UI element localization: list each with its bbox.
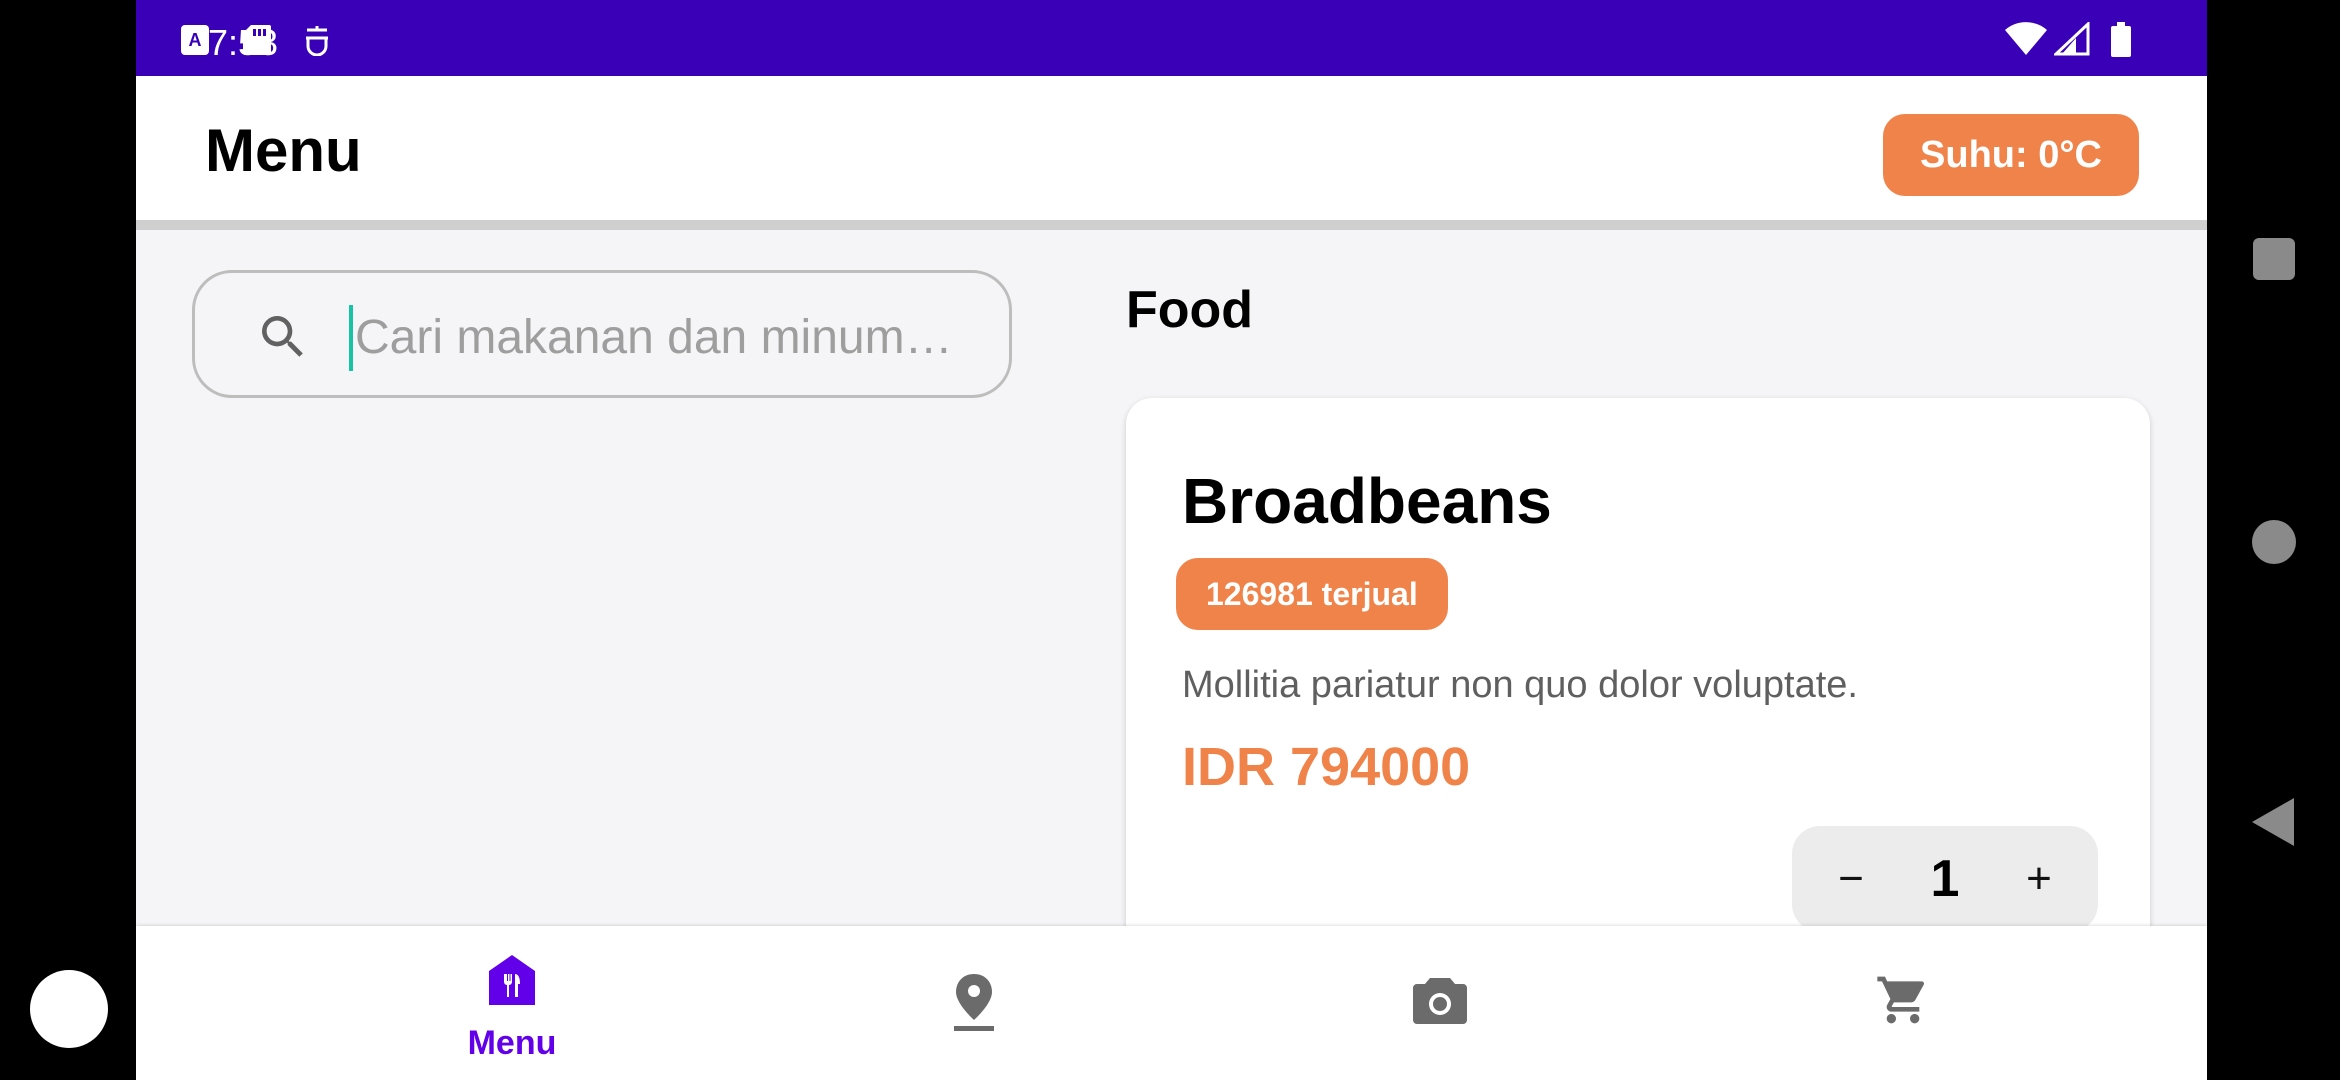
text-cursor	[349, 305, 353, 371]
svg-text:A: A	[189, 30, 202, 50]
autofill-icon: A	[181, 25, 209, 55]
nav-item-menu[interactable]: Menu	[412, 926, 612, 1080]
nav-label-menu: Menu	[467, 1024, 557, 1062]
nav-item-cart[interactable]	[1798, 926, 1998, 1080]
page-title: Menu	[205, 117, 362, 184]
battery-icon	[2111, 22, 2131, 57]
back-button[interactable]	[2252, 798, 2294, 846]
temperature-badge: Suhu: 0°C	[1883, 114, 2139, 196]
search-box[interactable]	[192, 270, 1012, 398]
assistant-icon	[306, 26, 328, 56]
signal-icon	[2054, 22, 2090, 56]
location-pin-icon	[954, 974, 994, 1031]
app-screen: 7:53 A	[136, 0, 2207, 1080]
item-name: Broadbeans	[1182, 465, 1552, 537]
item-description: Mollitia pariatur non quo dolor voluptat…	[1182, 664, 1858, 706]
camera-cutout	[30, 970, 108, 1048]
search-input[interactable]	[355, 299, 975, 375]
status-bar: 7:53 A	[136, 0, 2207, 76]
item-price: IDR 794000	[1182, 737, 1471, 797]
header-divider	[136, 220, 2207, 230]
nav-item-camera[interactable]	[1336, 926, 1536, 1080]
sd-card-icon	[243, 25, 271, 55]
top-app-bar: Menu Suhu: 0°C	[136, 76, 2207, 220]
wifi-icon	[2005, 22, 2047, 55]
menu-item-card[interactable]: Broadbeans 126981 terjual Mollitia paria…	[1126, 398, 2150, 998]
increase-quantity-button[interactable]: +	[2004, 844, 2074, 914]
nav-item-location[interactable]	[874, 926, 1074, 1080]
section-title-food: Food	[1126, 281, 1254, 339]
search-icon	[262, 316, 303, 357]
decrease-quantity-button[interactable]: −	[1816, 844, 1886, 914]
sold-count-badge: 126981 terjual	[1176, 558, 1448, 630]
quantity-value: 1	[1930, 850, 1960, 908]
recents-button[interactable]	[2253, 238, 2295, 280]
restaurant-menu-icon	[489, 955, 535, 1005]
device-frame: 7:53 A	[0, 0, 2340, 1080]
quantity-stepper: − 1 +	[1792, 826, 2098, 932]
cart-icon	[1877, 976, 1925, 1024]
home-button[interactable]	[2252, 520, 2296, 564]
bottom-navigation: Menu	[136, 926, 2207, 1080]
camera-icon	[1413, 978, 1467, 1024]
